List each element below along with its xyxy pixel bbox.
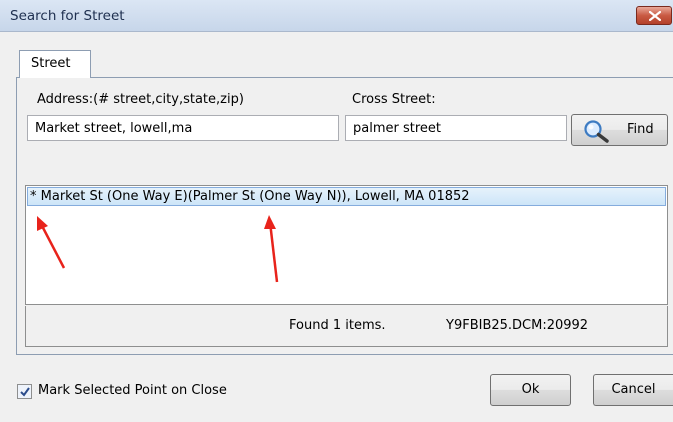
title-bar[interactable]: Search for Street bbox=[0, 0, 673, 32]
list-item[interactable]: * Market St (One Way E)(Palmer St (One W… bbox=[27, 187, 666, 206]
checkbox-label: Mark Selected Point on Close bbox=[38, 383, 227, 398]
close-icon bbox=[649, 11, 661, 21]
tab-street[interactable]: Street bbox=[19, 50, 91, 78]
find-label: Find bbox=[627, 122, 654, 137]
dialog-window: Search for Street Street Address:(# stre… bbox=[0, 0, 673, 422]
address-value: Market street, lowell,ma bbox=[35, 121, 193, 136]
magnifier-icon bbox=[584, 120, 609, 143]
window-title: Search for Street bbox=[10, 8, 125, 24]
cross-street-value: palmer street bbox=[353, 121, 441, 136]
close-button[interactable] bbox=[636, 6, 672, 25]
tab-label: Street bbox=[31, 56, 71, 71]
address-input[interactable]: Market street, lowell,ma bbox=[27, 115, 339, 141]
mark-point-checkbox[interactable] bbox=[17, 384, 32, 399]
find-button[interactable]: Find bbox=[571, 114, 668, 146]
cross-street-label: Cross Street: bbox=[352, 92, 436, 107]
cancel-button[interactable]: Cancel bbox=[593, 374, 673, 406]
file-reference: Y9FBIB25.DCM:20992 bbox=[446, 318, 589, 333]
cross-street-input[interactable]: palmer street bbox=[345, 115, 567, 141]
ok-button[interactable]: Ok bbox=[490, 374, 571, 406]
found-count: Found 1 items. bbox=[289, 318, 386, 333]
checkmark-icon bbox=[20, 387, 30, 397]
result-text: * Market St (One Way E)(Palmer St (One W… bbox=[30, 189, 470, 204]
tab-panel: Address:(# street,city,state,zip) Cross … bbox=[16, 77, 673, 355]
address-label: Address:(# street,city,state,zip) bbox=[37, 92, 244, 107]
results-list[interactable]: * Market St (One Way E)(Palmer St (One W… bbox=[25, 185, 668, 305]
status-bar: Found 1 items. Y9FBIB25.DCM:20992 bbox=[25, 306, 668, 347]
